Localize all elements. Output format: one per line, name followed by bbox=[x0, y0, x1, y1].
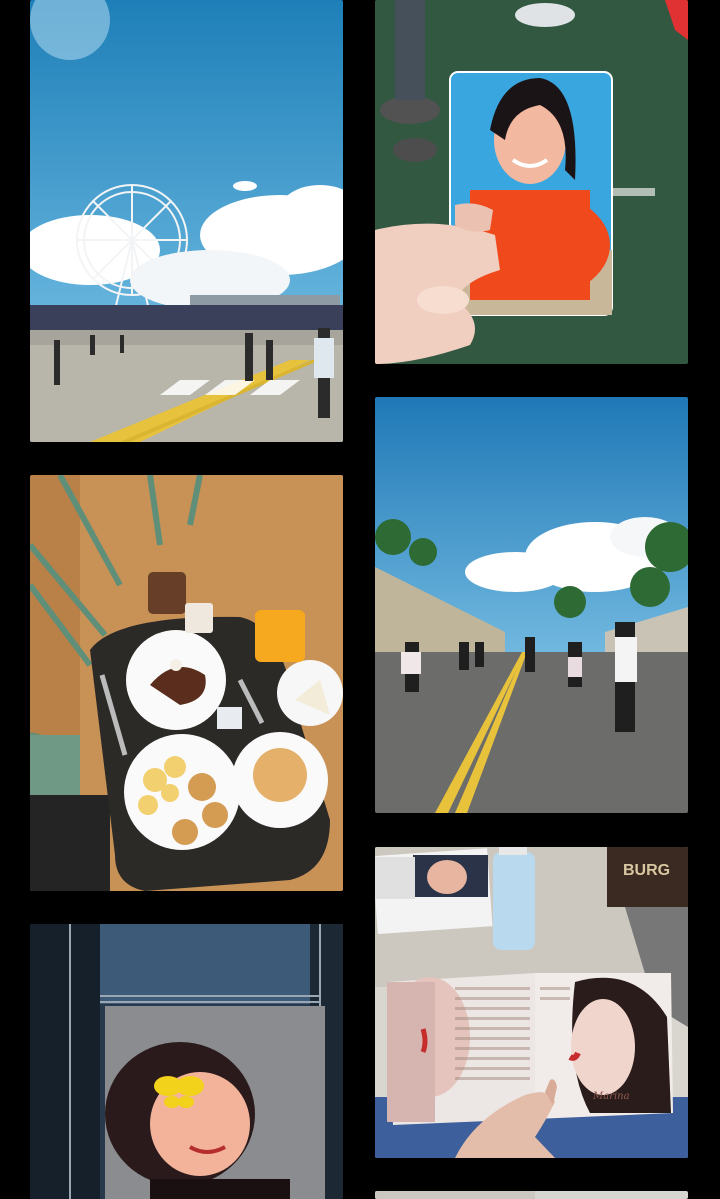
album-booklet-image: BURG Marina bbox=[375, 847, 688, 1158]
bag-lettering: BURG bbox=[623, 862, 670, 879]
partial-photo-image bbox=[375, 1191, 688, 1199]
photo-photocard[interactable] bbox=[375, 0, 688, 364]
photo-album-booklet[interactable]: BURG Marina bbox=[375, 847, 688, 1158]
photo-crowd-road[interactable] bbox=[375, 397, 688, 813]
photo-ferris-wheel[interactable] bbox=[30, 0, 343, 442]
photo-breakfast[interactable] bbox=[30, 475, 343, 891]
breakfast-image bbox=[30, 475, 343, 891]
photo-partial-bottom[interactable] bbox=[375, 1191, 688, 1199]
ferris-wheel-image bbox=[30, 0, 343, 442]
crowd-road-image bbox=[375, 397, 688, 813]
booklet-signature: Marina bbox=[592, 1091, 630, 1102]
stage-screen-image bbox=[30, 924, 343, 1199]
photocard-image bbox=[375, 0, 688, 364]
photo-stage-screen[interactable] bbox=[30, 924, 343, 1199]
